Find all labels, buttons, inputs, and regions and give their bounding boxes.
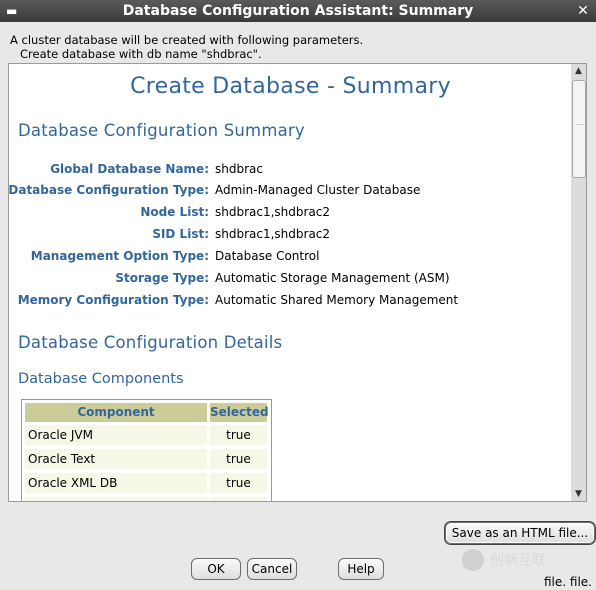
page-title: Create Database - Summary [130, 74, 451, 99]
window-menu-icon[interactable]: ▬ [6, 3, 20, 19]
param-row: Storage Type: Automatic Storage Manageme… [9, 271, 572, 291]
param-value: shdbrac1,shdbrac2 [215, 205, 331, 219]
watermark-text: 创新互联 [490, 553, 546, 569]
column-header-selected: Selected [210, 403, 269, 422]
param-value: shdbrac1,shdbrac2 [215, 227, 331, 241]
components-table: Component Selected Oracle JVM true Oracl… [21, 399, 272, 501]
scroll-up-icon[interactable]: ▲ [571, 64, 586, 78]
table-cell-selected: true [210, 449, 267, 469]
param-value: Automatic Shared Memory Management [215, 293, 459, 307]
table-cell-selected [210, 497, 267, 501]
footer-text: file. file. [544, 575, 592, 589]
window-title: Database Configuration Assistant: Summar… [122, 3, 474, 19]
table-cell-selected: true [210, 425, 267, 445]
intro-line-1: A cluster database will be created with … [10, 33, 364, 47]
table-cell-selected: true [210, 473, 267, 493]
title-bar: ▬ Database Configuration Assistant: Summ… [0, 0, 596, 22]
scroll-down-icon[interactable]: ▼ [571, 487, 586, 501]
intro-text: A cluster database will be created with … [10, 33, 363, 61]
section-heading-summary: Database Configuration Summary [18, 121, 305, 140]
param-label: SID List: [152, 227, 209, 241]
param-row: SID List: shdbrac1,shdbrac2 [9, 227, 572, 247]
table-cell-component: Oracle Text [25, 449, 207, 469]
param-label: Global Database Name: [50, 162, 209, 176]
param-label: Memory Configuration Type: [17, 293, 209, 307]
param-row: Database Configuration Type: Admin-Manag… [9, 183, 572, 203]
param-value: shdbrac [215, 162, 263, 176]
cancel-button[interactable]: Cancel [247, 558, 297, 580]
close-icon[interactable]: ✕ [576, 2, 590, 20]
param-value: Database Control [215, 249, 320, 263]
section-heading-details: Database Configuration Details [18, 333, 283, 352]
param-label: Database Configuration Type: [8, 183, 209, 197]
param-label: Management Option Type: [30, 249, 209, 263]
section-heading-components: Database Components [18, 371, 184, 387]
scroll-thumb[interactable]: ⋯ [572, 80, 586, 178]
grip-icon: ⋯ [576, 120, 584, 129]
param-row: Memory Configuration Type: Automatic Sha… [9, 293, 572, 313]
save-as-html-button[interactable]: Save as an HTML file... [445, 522, 595, 544]
param-value: Automatic Storage Management (ASM) [215, 271, 450, 285]
vertical-scrollbar[interactable]: ▲ ⋯ ▼ [571, 63, 587, 502]
help-button[interactable]: Help [338, 558, 384, 580]
ok-button[interactable]: OK [191, 558, 241, 580]
param-row: Global Database Name: shdbrac [9, 162, 572, 182]
logo-icon [462, 549, 484, 571]
param-value: Admin-Managed Cluster Database [215, 183, 421, 197]
summary-panel: Create Database - Summary Database Confi… [8, 63, 573, 502]
param-label: Storage Type: [115, 271, 209, 285]
table-cell-component [25, 497, 207, 501]
table-cell-component: Oracle JVM [25, 425, 207, 445]
watermark-logo: 创新互联 [462, 549, 590, 571]
param-row: Node List: shdbrac1,shdbrac2 [9, 205, 572, 225]
param-row: Management Option Type: Database Control [9, 249, 572, 269]
intro-line-2: Create database with db name "shdbrac". [20, 47, 262, 61]
column-header-component: Component [25, 403, 207, 422]
table-cell-component: Oracle XML DB [25, 473, 207, 493]
param-label: Node List: [140, 205, 209, 219]
